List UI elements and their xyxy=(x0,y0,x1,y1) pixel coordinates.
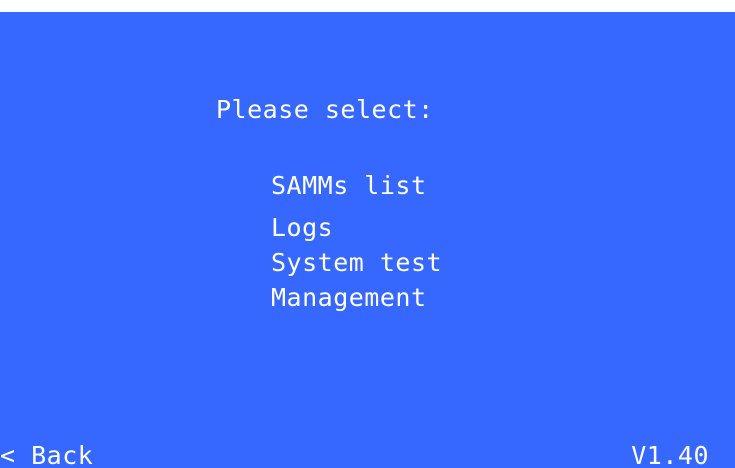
select-prompt: Please select: xyxy=(216,95,434,124)
menu-item-management[interactable]: Management xyxy=(271,284,442,312)
menu-item-samms-list[interactable]: SAMMs list xyxy=(271,172,442,200)
terminal-screen: Please select: SAMMs list Logs System te… xyxy=(0,12,735,468)
menu-item-system-test[interactable]: System test xyxy=(271,249,442,277)
main-menu: SAMMs list Logs System test Management xyxy=(271,172,442,319)
menu-item-logs[interactable]: Logs xyxy=(271,214,442,242)
version-label: V1.40 xyxy=(631,441,709,468)
back-button[interactable]: < Back xyxy=(0,442,93,468)
